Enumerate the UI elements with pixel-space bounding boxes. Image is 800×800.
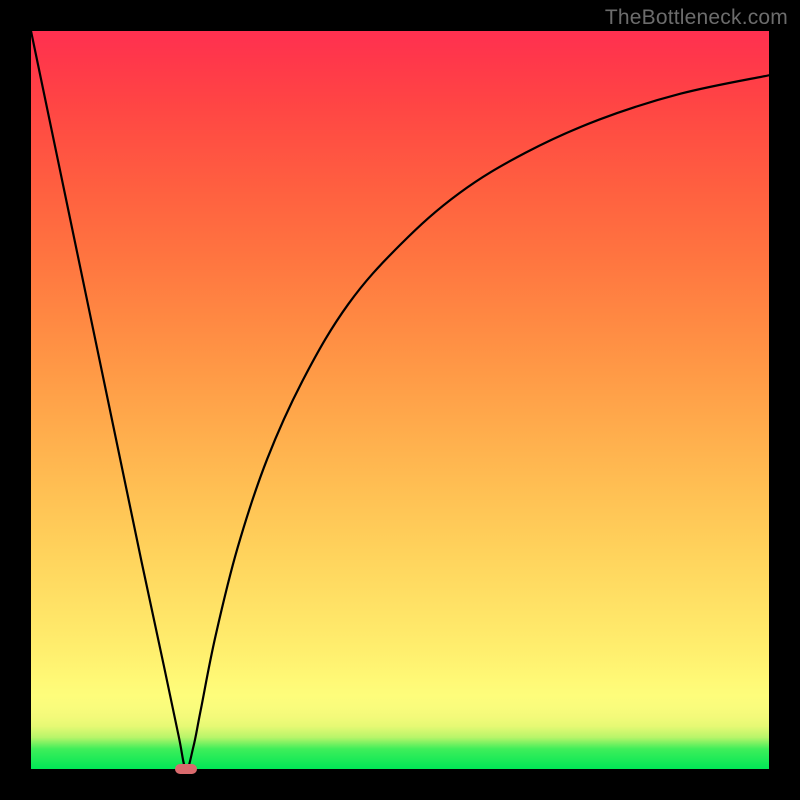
plot-area bbox=[31, 31, 769, 769]
optimum-marker bbox=[175, 764, 197, 774]
bottleneck-curve bbox=[31, 31, 769, 769]
watermark-text: TheBottleneck.com bbox=[605, 6, 788, 30]
chart-frame: TheBottleneck.com bbox=[0, 0, 800, 800]
